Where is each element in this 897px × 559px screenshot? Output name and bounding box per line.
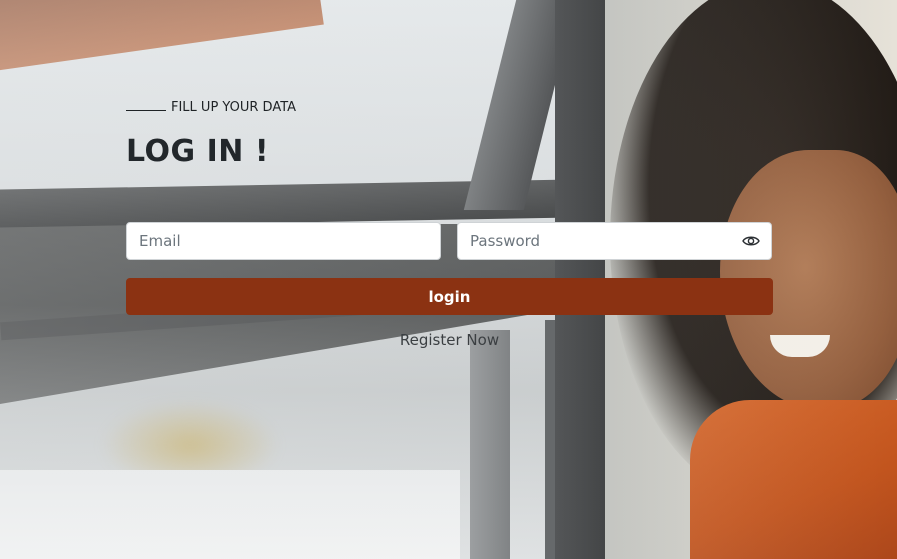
login-form: FILL UP YOUR DATA LOG IN ! login Registe… <box>126 0 773 559</box>
form-subtitle: FILL UP YOUR DATA <box>126 100 296 115</box>
page-title: LOG IN ! <box>126 134 270 169</box>
subtitle-text: FILL UP YOUR DATA <box>171 100 297 115</box>
register-now-link[interactable]: Register Now <box>126 331 773 349</box>
eye-icon[interactable] <box>741 234 761 248</box>
email-field-wrapper <box>126 222 441 260</box>
password-field-wrapper <box>457 222 772 260</box>
login-button[interactable]: login <box>126 278 773 315</box>
password-field[interactable] <box>458 223 771 259</box>
email-field[interactable] <box>127 223 440 259</box>
subtitle-rule <box>126 110 166 111</box>
